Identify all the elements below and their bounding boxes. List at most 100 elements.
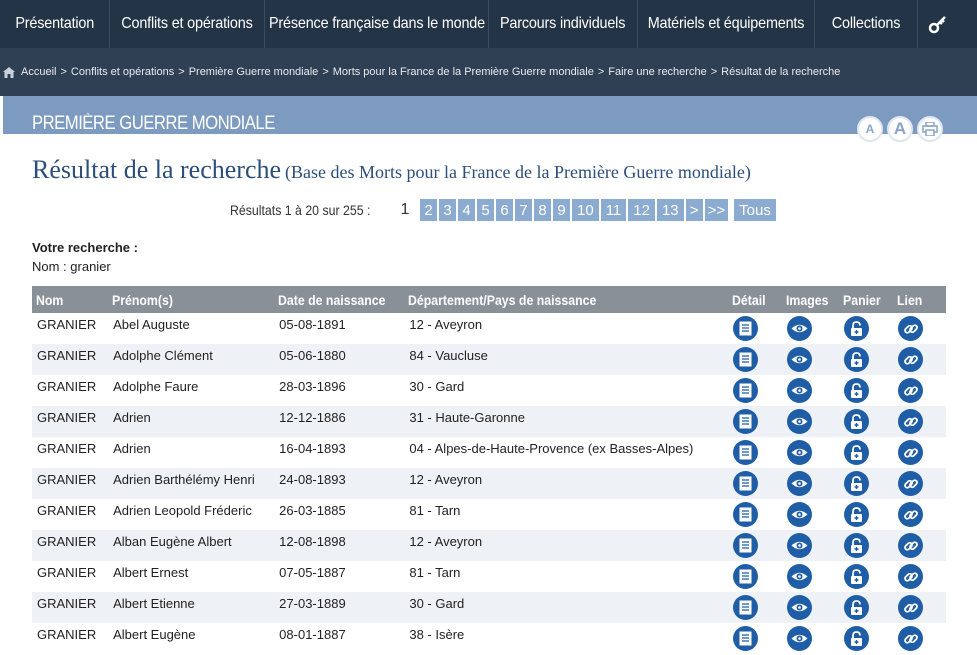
detail-icon[interactable]	[733, 347, 759, 372]
page-link-13[interactable]: 13	[656, 199, 684, 221]
basket-lock-icon[interactable]	[843, 347, 869, 372]
detail-icon[interactable]	[733, 471, 759, 496]
column-header-date[interactable]: Date de naissance	[274, 286, 405, 313]
link-icon[interactable]	[898, 409, 924, 434]
page-link-11[interactable]: 11	[600, 199, 627, 221]
basket-lock-icon[interactable]	[843, 471, 869, 496]
cell-departement: 84 - Vaucluse	[404, 344, 729, 375]
breadcrumb-morts[interactable]: Morts pour la France de la Première Guer…	[333, 66, 594, 78]
link-icon[interactable]	[898, 440, 924, 465]
eye-icon[interactable]	[787, 440, 813, 465]
page-link-4[interactable]: 4	[458, 199, 475, 221]
icon-cell	[728, 592, 783, 623]
detail-icon[interactable]	[733, 564, 759, 589]
icon-cell	[782, 406, 839, 437]
basket-lock-icon[interactable]	[843, 409, 869, 434]
basket-lock-icon[interactable]	[843, 440, 869, 465]
basket-lock-icon[interactable]	[843, 626, 869, 651]
cell-nom: GRANIER	[32, 530, 109, 561]
nav-item-presentation[interactable]: Présentation	[0, 0, 110, 48]
breadcrumb-conflits[interactable]: Conflits et opérations	[71, 66, 174, 78]
page-link-9[interactable]: 9	[553, 199, 570, 221]
eye-icon[interactable]	[787, 347, 813, 372]
column-header-departement[interactable]: Département/Pays de naissance	[404, 286, 729, 313]
breadcrumb-accueil[interactable]: Accueil	[21, 66, 56, 78]
icon-cell	[838, 468, 894, 499]
eye-icon[interactable]	[787, 626, 813, 651]
cell-prenoms: Adrien	[108, 406, 275, 437]
page-link-6[interactable]: 6	[496, 199, 513, 221]
link-icon[interactable]	[898, 595, 924, 620]
cell-departement: 30 - Gard	[409, 379, 465, 394]
detail-icon[interactable]	[733, 378, 759, 403]
link-icon[interactable]	[898, 378, 924, 403]
eye-icon[interactable]	[787, 595, 813, 620]
page-link-5[interactable]: 5	[477, 199, 494, 221]
link-icon[interactable]	[898, 626, 924, 651]
icon-cell	[728, 437, 782, 468]
table-row: GRANIER Adrien Leopold Fréderic 26-03-1885…	[32, 499, 946, 530]
eye-icon[interactable]	[787, 316, 813, 341]
page-link-10[interactable]: 10	[572, 199, 599, 221]
basket-lock-icon[interactable]	[843, 502, 869, 527]
key-icon[interactable]	[918, 0, 958, 48]
cell-date: 12-12-1886	[274, 406, 405, 437]
page-subtitle: (Base des Morts pour la France de la Pre…	[285, 162, 751, 182]
basket-lock-icon[interactable]	[843, 595, 869, 620]
column-header-prenoms[interactable]: Prénom(s)	[108, 286, 275, 313]
cell-departement: 38 - Isère	[409, 627, 465, 642]
detail-icon[interactable]	[733, 626, 759, 651]
show-all-button[interactable]: Tous	[734, 199, 776, 221]
detail-icon[interactable]	[733, 595, 759, 620]
cell-date: 16-04-1893	[279, 441, 346, 456]
page-link-3[interactable]: 3	[439, 199, 456, 221]
eye-icon[interactable]	[787, 409, 813, 434]
cell-departement: 04 - Alpes-de-Haute-Provence (ex Basses-…	[409, 441, 694, 456]
home-icon[interactable]	[3, 66, 15, 78]
last-page-button[interactable]: >>	[704, 199, 729, 221]
detail-icon[interactable]	[733, 409, 759, 434]
cell-nom: GRANIER	[37, 441, 97, 456]
detail-icon[interactable]	[733, 316, 759, 341]
table-row: GRANIER Adrien 16-04-1893 04 - Alpes-de-Hau…	[32, 437, 946, 468]
breadcrumb-recherche[interactable]: Faire une recherche	[608, 66, 706, 78]
column-header-nom[interactable]: Nom	[32, 286, 109, 313]
icon-cell	[782, 592, 839, 623]
cell-nom: GRANIER	[37, 379, 97, 394]
link-icon[interactable]	[898, 533, 924, 558]
link-icon[interactable]	[898, 347, 924, 372]
nav-item-conflits[interactable]: Conflits et opérations	[110, 0, 265, 48]
link-icon[interactable]	[898, 502, 924, 527]
nav-item-presence[interactable]: Présence française dans le monde	[265, 0, 489, 48]
basket-lock-icon[interactable]	[843, 316, 869, 341]
nav-item-parcours[interactable]: Parcours individuels	[489, 0, 638, 48]
link-icon[interactable]	[898, 471, 924, 496]
link-icon[interactable]	[898, 564, 924, 589]
page-link-2[interactable]: 2	[420, 199, 437, 221]
basket-lock-icon[interactable]	[843, 564, 869, 589]
nav-item-collections[interactable]: Collections	[815, 0, 918, 48]
table-header-row: Nom Prénom(s) Date de naissance Départem…	[32, 286, 946, 313]
nav-item-materiels[interactable]: Matériels et équipements	[638, 0, 815, 48]
next-page-button[interactable]: >	[685, 199, 703, 221]
basket-lock-icon[interactable]	[843, 378, 869, 403]
eye-icon[interactable]	[787, 502, 813, 527]
eye-icon[interactable]	[787, 378, 813, 403]
link-icon[interactable]	[898, 316, 924, 341]
basket-lock-icon[interactable]	[843, 533, 869, 558]
table-row: GRANIER Adolphe Faure 28-03-1896 30 - Gard	[32, 375, 946, 406]
page-link-12[interactable]: 12	[628, 199, 655, 221]
icon-cell	[782, 623, 838, 654]
eye-icon[interactable]	[787, 471, 813, 496]
detail-icon[interactable]	[733, 502, 759, 527]
detail-icon[interactable]	[733, 533, 759, 558]
eye-icon[interactable]	[787, 564, 813, 589]
font-decrease-button[interactable]: A	[857, 116, 883, 142]
page-link-8[interactable]: 8	[534, 199, 551, 221]
detail-icon[interactable]	[733, 440, 759, 465]
breadcrumb-premiere-guerre[interactable]: Première Guerre mondiale	[189, 66, 319, 78]
page-link-7[interactable]: 7	[515, 199, 532, 221]
eye-icon[interactable]	[787, 533, 813, 558]
font-increase-button[interactable]: A	[887, 116, 913, 142]
print-icon[interactable]	[917, 116, 943, 142]
